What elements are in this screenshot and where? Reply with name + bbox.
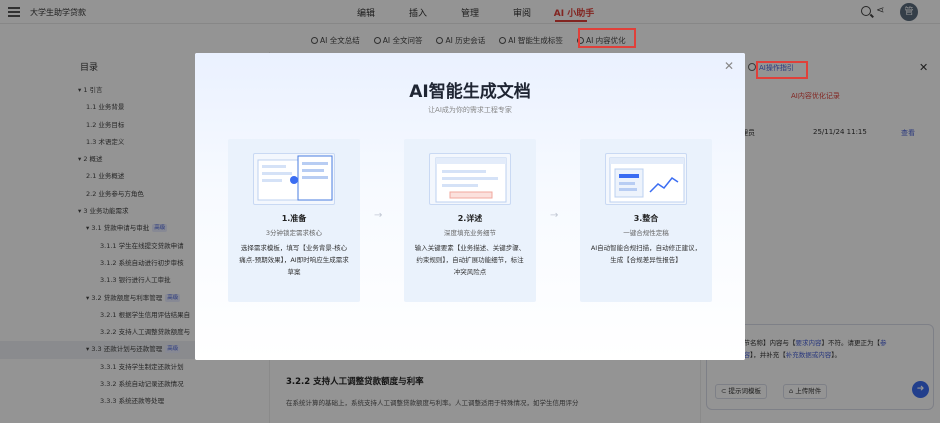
detail-illustration <box>429 153 511 205</box>
modal-close-icon[interactable]: ✕ <box>724 59 734 73</box>
highlight-frame <box>756 61 808 79</box>
prepare-illustration <box>253 153 335 205</box>
modal-title: AI智能生成文档 <box>409 82 531 102</box>
arrow-right-icon: → <box>550 210 559 221</box>
step-card-detail: 2.详述 深度填充业务细节 输入关键要素【业务描述、关键步骤、约束规则】，自动扩… <box>404 139 536 302</box>
modal-subtitle: 让AI成为你的需求工程专家 <box>428 106 512 114</box>
guide-modal: ✕ AI智能生成文档 让AI成为你的需求工程专家 1.准备 3分钟锁定需求核心 … <box>195 53 745 360</box>
step-title: 3.整合 <box>633 214 659 223</box>
integrate-illustration <box>605 153 687 205</box>
step-subtitle: 一键合规性定稿 <box>623 229 669 237</box>
step-description: 输入关键要素【业务描述、关键步骤、约束规则】，自动扩展功能细节，标注冲突风险点 <box>414 244 526 276</box>
step-description: AI自动智能合规扫描，自动修正建议，生成【合规差异性报告】 <box>590 244 702 264</box>
step-description: 选择需求模板，填写【业务背景-核心痛点-预期效果】，AI即时响应生成需求草案 <box>239 244 349 276</box>
step-subtitle: 深度填充业务细节 <box>444 229 496 237</box>
step-card-prepare: 1.准备 3分钟锁定需求核心 选择需求模板，填写【业务背景-核心痛点-预期效果】… <box>228 139 360 302</box>
step-title: 2.详述 <box>457 214 483 223</box>
step-card-integrate: 3.整合 一键合规性定稿 AI自动智能合规扫描，自动修正建议，生成【合规差异性报… <box>580 139 712 302</box>
step-subtitle: 3分钟锁定需求核心 <box>265 229 323 237</box>
step-title: 1.准备 <box>281 214 307 223</box>
highlight-frame <box>578 28 636 48</box>
arrow-right-icon: → <box>374 210 383 221</box>
